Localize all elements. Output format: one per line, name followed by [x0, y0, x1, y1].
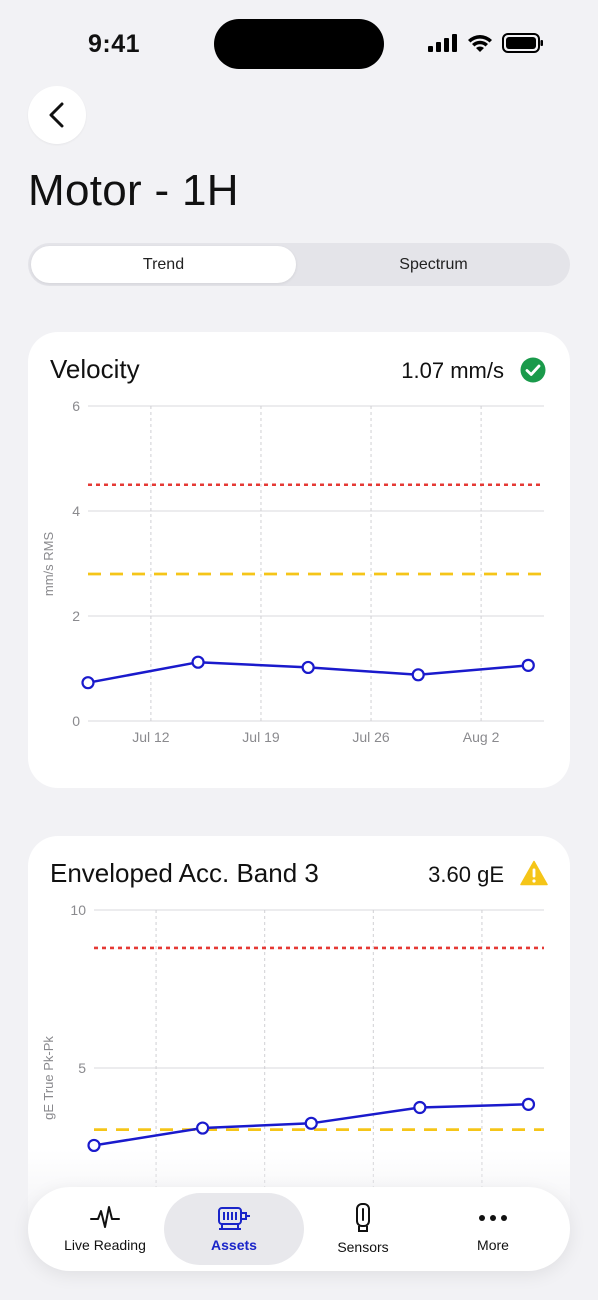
y-tick-label: 2 — [72, 608, 80, 624]
data-point — [81, 676, 95, 690]
data-point — [521, 1097, 536, 1111]
battery-icon — [502, 33, 543, 53]
y-axis-label: mm/s RMS — [41, 532, 56, 597]
chevron-left-icon — [49, 102, 64, 128]
data-point — [521, 658, 535, 672]
y-tick-label: 4 — [72, 503, 80, 519]
status-icons — [428, 33, 544, 53]
status-bar: 9:41 — [0, 0, 598, 90]
x-tick-label: Jul 19 — [242, 729, 280, 745]
tab-sensors[interactable]: Sensors — [293, 1193, 433, 1265]
tab-live-reading[interactable]: Live Reading — [35, 1193, 175, 1265]
pulse-icon — [90, 1206, 120, 1228]
x-tick-label: Jul 12 — [132, 729, 170, 745]
sensor-icon — [356, 1203, 370, 1232]
page-title: Motor - 1H — [28, 166, 239, 215]
app-screen: 9:41 Motor - 1H Trend Spectrum Velocity … — [0, 0, 598, 1300]
data-point — [413, 1100, 427, 1115]
tab-label: More — [477, 1237, 509, 1253]
tab-bar: Live Reading Assets Sensors More — [28, 1187, 570, 1271]
wifi-icon — [468, 35, 492, 52]
x-tick-label: Aug 2 — [463, 729, 500, 745]
y-tick-label: 10 — [70, 902, 86, 918]
velocity-card[interactable]: Velocity 1.07 mm/s 0 2 4 6 Jul 12 Jul 19 Jul 2… — [28, 332, 570, 788]
data-point — [191, 655, 205, 669]
back-button[interactable] — [28, 86, 86, 144]
segment-spectrum[interactable]: Spectrum — [301, 246, 566, 283]
segment-trend[interactable]: Trend — [31, 246, 296, 283]
status-time: 9:41 — [88, 30, 141, 58]
data-point — [411, 668, 425, 682]
dynamic-island — [214, 19, 384, 69]
cellular-signal-icon — [428, 34, 457, 52]
x-tick-label: Jul 26 — [352, 729, 390, 745]
view-segmented-control: Trend Spectrum — [28, 243, 570, 286]
tab-label: Assets — [211, 1237, 257, 1253]
tab-label: Sensors — [337, 1239, 389, 1255]
y-tick-label: 0 — [72, 713, 80, 729]
tab-more[interactable]: More — [423, 1193, 563, 1265]
y-tick-label: 5 — [78, 1060, 86, 1076]
data-point — [304, 1116, 318, 1130]
data-point — [301, 660, 315, 675]
motor-icon — [218, 1207, 250, 1230]
more-icon — [479, 1215, 507, 1221]
tab-assets[interactable]: Assets — [164, 1193, 304, 1265]
data-point — [87, 1138, 101, 1153]
velocity-chart: 0 2 4 6 Jul 12 Jul 19 Jul 26 Aug 2 mm/s RMS — [41, 398, 544, 745]
data-point — [196, 1121, 210, 1135]
y-tick-label: 6 — [72, 398, 80, 414]
tab-label: Live Reading — [64, 1237, 146, 1253]
y-axis-label: gE True Pk-Pk — [41, 1036, 56, 1120]
